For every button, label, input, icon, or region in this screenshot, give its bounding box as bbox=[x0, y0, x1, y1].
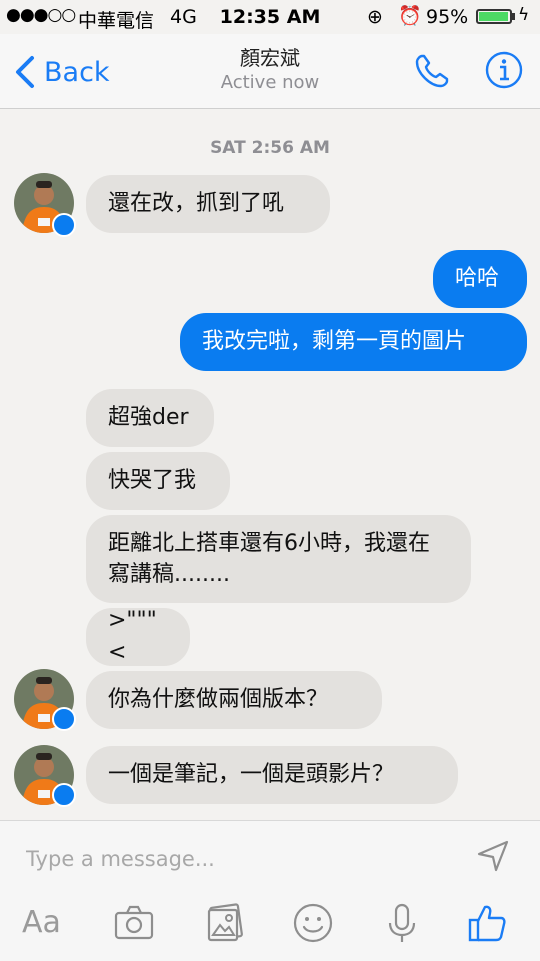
alarm-icon: ⏰ bbox=[398, 5, 422, 27]
battery-percentage: 95% bbox=[426, 6, 469, 28]
messenger-badge-icon bbox=[52, 783, 76, 807]
incoming-message[interactable]: 超強der bbox=[86, 389, 214, 447]
battery-icon bbox=[476, 9, 512, 24]
font-style-button[interactable]: Aa bbox=[22, 905, 61, 940]
contact-status: Active now bbox=[220, 72, 320, 93]
navigation-bar: Back 顏宏斌 Active now bbox=[0, 34, 540, 109]
outgoing-message[interactable]: 我改完啦，剩第一頁的圖片 bbox=[180, 313, 527, 371]
messenger-badge-icon bbox=[52, 707, 76, 731]
rotation-lock-icon: ⊕ bbox=[367, 6, 383, 28]
conversation-timestamp: SAT 2:56 AM bbox=[210, 138, 330, 158]
send-icon[interactable] bbox=[474, 837, 512, 875]
incoming-message[interactable]: 快哭了我 bbox=[86, 452, 230, 510]
incoming-message[interactable]: 距離北上搭車還有6小時，我還在寫講稿........ bbox=[86, 515, 471, 603]
incoming-message[interactable]: >"""< bbox=[86, 608, 190, 666]
incoming-message[interactable]: 你為什麼做兩個版本？ bbox=[86, 671, 382, 729]
incoming-message[interactable]: 還在改，抓到了吼 bbox=[86, 175, 330, 233]
info-icon[interactable] bbox=[484, 50, 524, 90]
battery-cap bbox=[512, 13, 515, 20]
message-input[interactable] bbox=[26, 843, 456, 875]
camera-icon[interactable] bbox=[112, 901, 156, 945]
charging-icon: ϟ bbox=[518, 5, 530, 25]
emoji-icon[interactable] bbox=[291, 901, 335, 945]
like-thumbs-up-icon[interactable] bbox=[465, 901, 509, 945]
incoming-message[interactable]: 一個是筆記，一個是頭影片？ bbox=[86, 746, 458, 804]
message-composer: Aa bbox=[0, 820, 540, 961]
photo-library-icon[interactable] bbox=[203, 901, 247, 945]
microphone-icon[interactable] bbox=[380, 901, 424, 945]
status-bar: ●●●○○ 中華電信 4G 12:35 AM ⊕ ⏰ 95% ϟ bbox=[0, 0, 540, 34]
messenger-badge-icon bbox=[52, 213, 76, 237]
outgoing-message[interactable]: 哈哈 bbox=[433, 250, 527, 308]
battery-fill bbox=[479, 12, 508, 21]
phone-icon[interactable] bbox=[412, 51, 452, 91]
contact-name[interactable]: 顏宏斌 bbox=[0, 42, 540, 71]
